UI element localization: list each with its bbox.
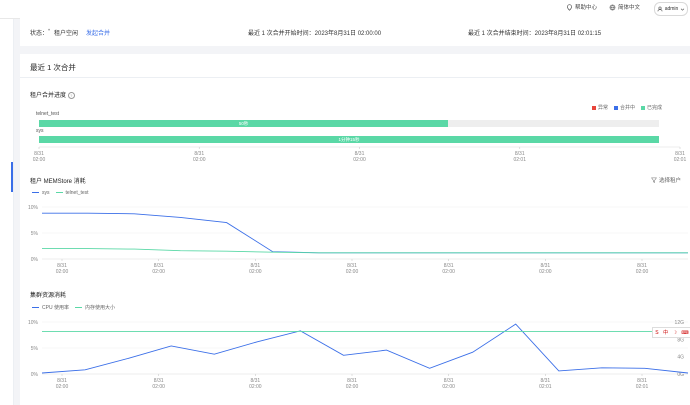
legend-merging[interactable]: 合并中 (614, 104, 635, 111)
x-tick-label: 8/31 02:01 (513, 151, 526, 163)
language-switch[interactable]: 简体中文 (609, 3, 640, 11)
status-label: 状态： (30, 31, 49, 37)
ime-logo-icon: S (655, 329, 659, 336)
merge-detail-panel: 最近 1 次合并 租户合并进度 ? 异常 合并中 已完成 telnet_test… (20, 54, 690, 405)
x-tick-label: 8/31 02:00 (353, 151, 366, 163)
progress-track-telnet-test: 50秒 (39, 120, 659, 127)
select-tenant-button[interactable]: 选择租户 (651, 176, 681, 184)
cluster-legend: CPU 使用率 内存使用大小 (32, 304, 115, 311)
series-line-b (42, 248, 688, 254)
ime-lang: 中 (663, 330, 669, 336)
memstore-title: 租户 MEMStore 消耗 (30, 179, 86, 185)
user-icon (657, 6, 663, 12)
memstore-legend: sys telnet_test (32, 190, 89, 196)
nav-selected-indicator[interactable] (11, 162, 13, 192)
y-right-tick-label: 12G (675, 320, 685, 326)
help-center-link[interactable]: 帮助中心 (566, 3, 597, 11)
legend-done[interactable]: 已完成 (641, 104, 662, 111)
bar-data-label: 50秒 (238, 121, 249, 126)
last-merge-start-time: 最近 1 次合并开始时间：2023年8月31日 02:00:00 (248, 31, 382, 37)
y-tick-label: 0% (31, 372, 39, 378)
select-tenant-label: 选择租户 (659, 178, 682, 184)
x-tick-label: 8/31 02:00 (539, 263, 552, 275)
globe-icon (609, 4, 616, 10)
x-tick-label: 8/31 02:00 (193, 151, 206, 163)
bar-label-sys: sys (36, 128, 44, 134)
x-tick-label: 8/31 02:00 (249, 263, 262, 275)
top-bar: 帮助中心 简体中文 admin (0, 0, 690, 19)
progress-bar-telnet-test[interactable]: 50秒 (39, 120, 449, 127)
last-merge-end-time: 最近 1 次合并结束时间：2023年8月31日 02:01:15 (468, 31, 602, 37)
user-name: admin (664, 6, 679, 12)
cluster-title: 集群资源消耗 (30, 293, 67, 299)
help-center-label: 帮助中心 (575, 5, 598, 11)
language-label: 简体中文 (618, 5, 641, 11)
legend-sys[interactable]: sys (32, 190, 50, 196)
x-tick-label: 8/31 02:01 (674, 151, 687, 163)
x-tick-label: 8/31 02:00 (346, 378, 359, 390)
filter-icon (651, 177, 657, 183)
x-tick-label: 8/31 02:00 (56, 378, 69, 390)
ime-keyboard-icon: ⌨ (681, 329, 689, 336)
left-nav-rail (0, 19, 14, 405)
start-merge-button[interactable]: 发起合并 (86, 28, 110, 37)
y-tick-label: 5% (31, 231, 39, 237)
legend-memory[interactable]: 内存使用大小 (74, 304, 115, 311)
help-icon[interactable]: ? (67, 91, 75, 99)
ime-toolbar[interactable]: S 中 ☽ ⌨ (652, 327, 690, 338)
panel-divider (20, 77, 690, 78)
status-dot: • (48, 28, 51, 34)
x-tick-label: 8/31 02:00 (152, 378, 165, 390)
progress-x-axis: 8/31 02:00 8/31 02:00 8/31 02:00 8/31 02:01 8/31… (33, 146, 687, 163)
progress-track-sys: 1分钟15秒 (39, 136, 659, 143)
legend-error[interactable]: 异常 (592, 104, 608, 111)
ime-moon-icon: ☽ (672, 329, 678, 336)
bar-label-telnet-test: telnet_test (36, 111, 60, 117)
panel-title: 最近 1 次合并 (30, 63, 76, 72)
y-right-tick-label: 8G (677, 337, 684, 343)
legend-telnet-test[interactable]: telnet_test (55, 190, 89, 196)
progress-title: 租户合并进度 (30, 93, 67, 99)
x-tick-label: 8/31 02:01 (636, 378, 649, 390)
x-tick-label: 8/31 02:00 (249, 378, 262, 390)
chevron-down-icon (681, 8, 685, 11)
x-tick-label: 8/31 02:00 (152, 263, 165, 275)
x-tick-label: 8/31 02:00 (636, 263, 649, 275)
status-value: 租户空闲 (54, 31, 79, 37)
x-tick-label: 8/31 02:01 (539, 378, 552, 390)
x-tick-label: 8/31 02:00 (442, 263, 455, 275)
cluster-chart: 0%5%10%0G4G8G12G8/31 02:008/31 02:008/31 02… (28, 320, 689, 390)
memstore-chart: 0% 5% 10% 8/31 02:00 8/31 02:00 8/31 02:00 8/31 02… (28, 205, 688, 275)
bar-data-label: 1分钟15秒 (338, 137, 360, 142)
y-tick-label: 10% (28, 320, 39, 326)
x-tick-label: 8/31 02:00 (56, 263, 69, 275)
x-tick-label: 8/31 02:00 (346, 263, 359, 275)
status-panel: 状态： • 租户空闲 发起合并 最近 1 次合并开始时间：2023年8月31日 … (20, 18, 690, 46)
legend-cpu[interactable]: CPU 使用率 (32, 304, 69, 311)
y-tick-label: 5% (31, 346, 39, 352)
progress-section-title: 租户合并进度 ? (30, 90, 75, 99)
location-pin-icon (567, 3, 572, 11)
y-tick-label: 0% (31, 257, 39, 263)
y-tick-label: 10% (28, 205, 39, 211)
x-tick-label: 8/31 02:00 (442, 378, 455, 390)
user-menu[interactable]: admin (654, 2, 688, 16)
x-tick-label: 8/31 02:00 (33, 151, 46, 163)
y-right-tick-label: 4G (677, 355, 684, 361)
progress-bar-sys[interactable]: 1分钟15秒 (39, 136, 659, 143)
progress-legend: 异常 合并中 已完成 (592, 104, 662, 111)
